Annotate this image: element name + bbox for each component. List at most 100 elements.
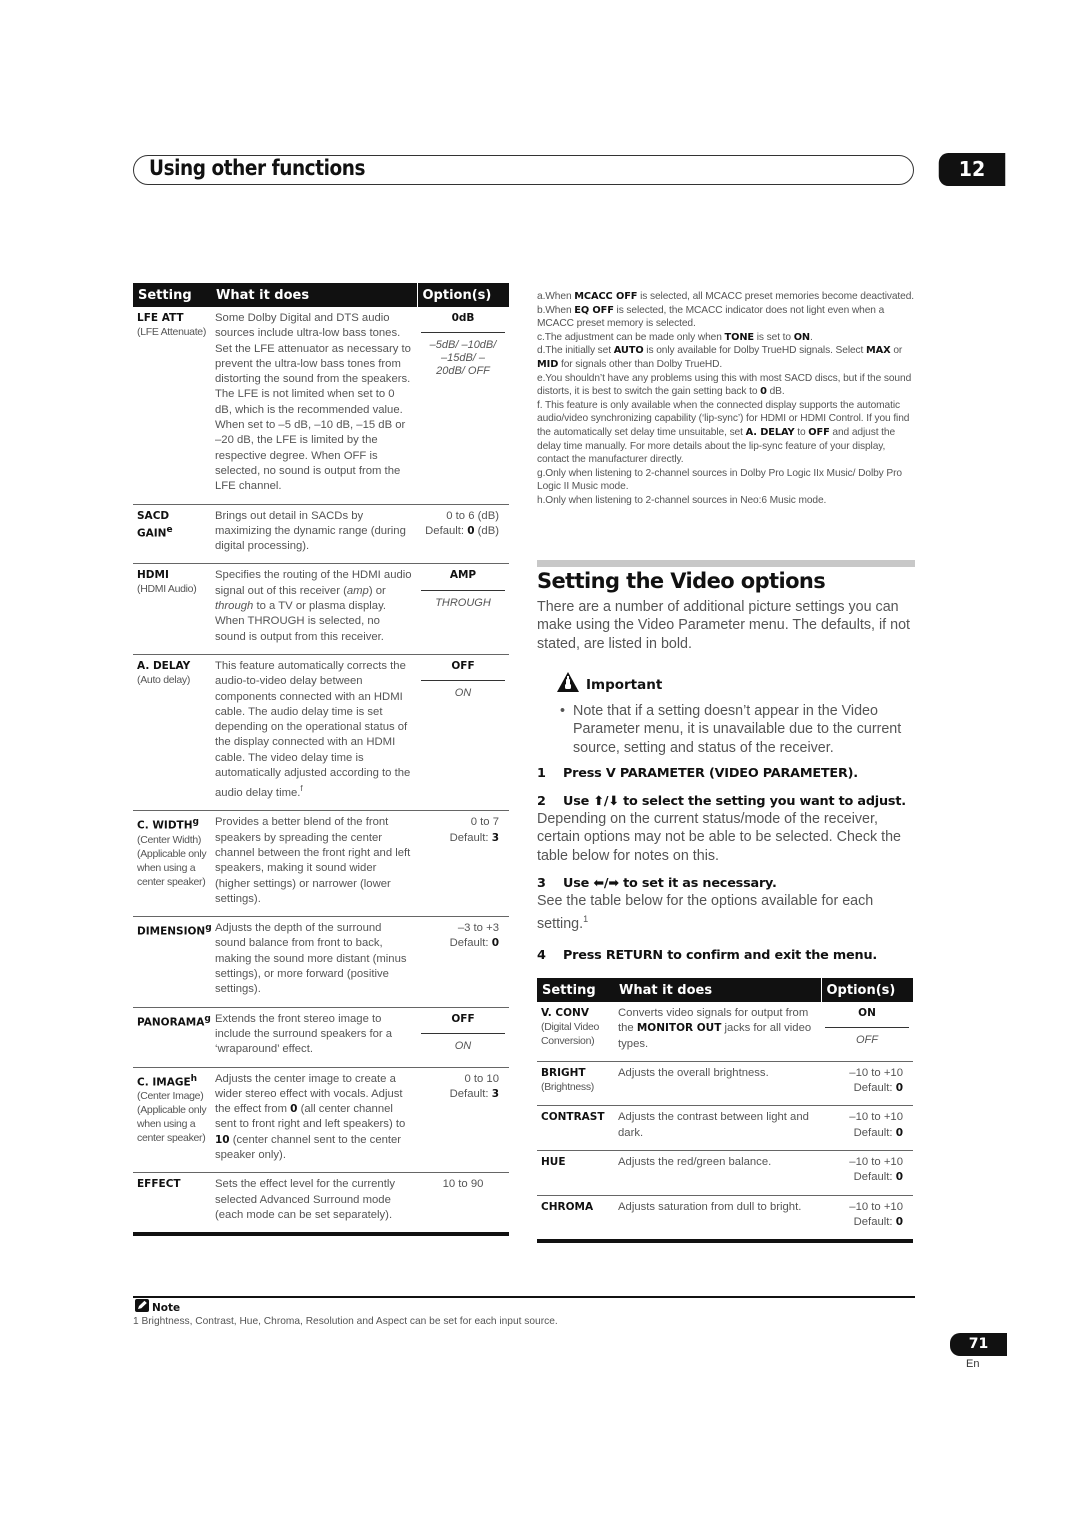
default-value: Default: 0 (dB) xyxy=(421,524,505,539)
important-bullet: • Note that if a setting doesn’t appear … xyxy=(556,702,916,757)
footnote-ref: e xyxy=(166,524,173,535)
table-row: CONTRAST Adjusts the contrast between lig… xyxy=(537,1105,913,1152)
default-value: Default: 3 xyxy=(421,1087,505,1102)
step-2: 2 Use ⬆/⬇ to select the setting you want … xyxy=(537,794,917,865)
footnote-fragment: MAX xyxy=(866,345,891,357)
setting-name: HDMI xyxy=(137,568,207,582)
setting-subtitle: (Center Image) (Applicable only when usi… xyxy=(137,1090,207,1145)
setting-cell: A. DELAY (Auto delay) xyxy=(133,654,211,812)
page-number: 71 xyxy=(950,1333,1007,1356)
description-cell: Some Dolby Digital and DTS audio sources… xyxy=(211,307,417,505)
setting-name-text: CONTRAST xyxy=(541,1111,605,1124)
footnote-fragment: for signals other than Dolby TrueHD. xyxy=(558,358,723,370)
footnote-fragment: g.Only when listening to 2-channel sourc… xyxy=(537,467,902,493)
setting-name: V. CONV xyxy=(541,1006,610,1020)
description-fragment: 10 xyxy=(215,1133,230,1146)
setting-cell: HDMI (HDMI Audio) xyxy=(133,563,211,655)
setting-subtitle: (Auto delay) xyxy=(137,673,191,686)
default-unit: (dB) xyxy=(474,524,499,537)
default-option: OFF xyxy=(421,1012,505,1034)
options-cell: 0 to 10 Default: 3 xyxy=(417,1067,509,1174)
column-header-setting: Setting xyxy=(133,283,211,307)
setting-cell: DIMENSIONg xyxy=(133,916,212,1008)
step-body: See the table below for the options avai… xyxy=(537,892,917,933)
default-number: 0 xyxy=(895,1215,903,1228)
options-cell: ON OFF xyxy=(821,1002,913,1062)
default-value: Default: 3 xyxy=(421,831,505,846)
setting-cell: SACD GAINe xyxy=(133,504,211,565)
options-cell: –10 to +10 Default: 0 xyxy=(821,1105,913,1152)
footnote-item: b.When EQ OFF is selected, the MCACC ind… xyxy=(537,304,917,331)
important-callout: Important xyxy=(556,671,662,698)
setting-name: HUE xyxy=(541,1155,610,1169)
setting-name-text: BRIGHT xyxy=(541,1066,586,1079)
video-settings-table: Setting What it does Option(s) V. CONV (D… xyxy=(537,978,913,1244)
description-text: Some Dolby Digital and DTS audio sources… xyxy=(215,312,411,493)
description-cell: Adjusts the center image to create a wid… xyxy=(211,1067,417,1174)
step-1: 1 Press V PARAMETER (VIDEO PARAMETER). xyxy=(537,766,917,781)
setting-name: EFFECT xyxy=(137,1177,207,1191)
footnote-fragment: EQ OFF xyxy=(574,304,614,316)
description-cell: Extends the front stereo image to includ… xyxy=(211,1007,417,1068)
step-number: 1 xyxy=(537,766,546,781)
table-row: HDMI (HDMI Audio) Specifies the routing of… xyxy=(133,563,509,655)
table-header-row: Setting What it does Option(s) xyxy=(537,978,913,1002)
step-heading: Use ⬅/➡ to set it as necessary. xyxy=(563,876,777,891)
options-cell: 10 to 90 xyxy=(417,1172,509,1237)
table-row: HUE Adjusts the red/green balance. –10 to … xyxy=(537,1150,913,1196)
option-range: 10 to 90 xyxy=(442,1178,484,1191)
options-cell: AMP THROUGH xyxy=(417,563,509,655)
section-intro: There are a number of additional picture… xyxy=(537,599,910,652)
setting-cell: CHROMA xyxy=(537,1195,614,1244)
setting-subtitle: (LFE Attenuate) xyxy=(137,326,207,338)
description-fragment: through xyxy=(215,600,254,613)
footnote-fragment: . xyxy=(810,331,813,343)
option-range: –3 to +3 xyxy=(457,922,499,935)
footnote-fragment: 0 xyxy=(760,386,767,398)
table-row: BRIGHT (Brightness) Adjusts the overall br… xyxy=(537,1061,913,1107)
description-text: Adjusts the overall brightness. xyxy=(618,1066,769,1079)
default-number: 3 xyxy=(491,831,499,844)
alternate-options: –5dB/ –10dB/ –15dB/ –20dB/ OFF xyxy=(429,339,497,378)
footnote-item: a.When MCACC OFF is selected, all MCACC … xyxy=(537,290,917,304)
step-3: 3 Use ⬅/➡ to set it as necessary. See the… xyxy=(537,876,917,933)
setting-cell: CONTRAST xyxy=(537,1105,614,1152)
pencil-icon xyxy=(135,1299,149,1317)
option-range: 0 to 6 (dB) xyxy=(446,509,499,522)
setting-name: CHROMA xyxy=(541,1200,610,1214)
step-body: Depending on the current status/mode of … xyxy=(537,811,901,864)
footnote-fragment: MCACC OFF xyxy=(574,291,638,302)
default-option: ON xyxy=(825,1006,909,1029)
description-fragment: amp xyxy=(346,584,369,597)
setting-cell: C. WIDTHg (Center Width) (Applicable only… xyxy=(133,810,211,918)
footnote-item: d.The initially set AUTO is only availab… xyxy=(537,344,917,371)
footnote-fragment: e.You shouldn’t have any problems using … xyxy=(537,372,912,398)
step-4: 4 Press RETURN to confirm and exit the me… xyxy=(537,948,917,963)
note-text: 1 Brightness, Contrast, Hue, Chroma, Res… xyxy=(133,1316,558,1327)
column-header-setting: Setting xyxy=(537,978,614,1002)
table-row: A. DELAY (Auto delay) This feature automat… xyxy=(133,654,509,812)
note-label: Note xyxy=(152,1302,181,1314)
default-option: OFF xyxy=(421,659,505,682)
description-cell: This feature automatically corrects the … xyxy=(211,654,417,812)
footnote-item: c.The adjustment can be made only when T… xyxy=(537,331,917,345)
setting-cell: PANORAMAg xyxy=(133,1007,211,1068)
options-cell: 0 to 7 Default: 3 xyxy=(417,810,509,918)
column-header-options: Option(s) xyxy=(820,978,913,1002)
important-label: Important xyxy=(586,676,663,693)
default-label: Default: xyxy=(449,937,492,950)
default-number: 0 xyxy=(467,524,475,537)
setting-name-text: HDMI xyxy=(137,569,169,582)
setting-name: C. WIDTHg xyxy=(137,815,207,833)
default-value: Default: 0 xyxy=(421,936,505,951)
description-cell: Brings out detail in SACDs by maximizing… xyxy=(211,504,417,565)
table-row: C. WIDTHg (Center Width) (Applicable only… xyxy=(133,810,509,918)
section-divider xyxy=(537,560,915,567)
default-value: Default: 0 xyxy=(825,1126,909,1141)
setting-cell: LFE ATT (LFE Attenuate) xyxy=(133,307,211,505)
setting-name-text: C. IMAGE xyxy=(137,1076,191,1089)
setting-cell: V. CONV (Digital Video Conversion) xyxy=(537,1002,614,1062)
footnote-ref: g xyxy=(192,817,199,828)
footnote-item: h.Only when listening to 2-channel sourc… xyxy=(537,494,917,508)
default-number: 0 xyxy=(895,1171,903,1184)
